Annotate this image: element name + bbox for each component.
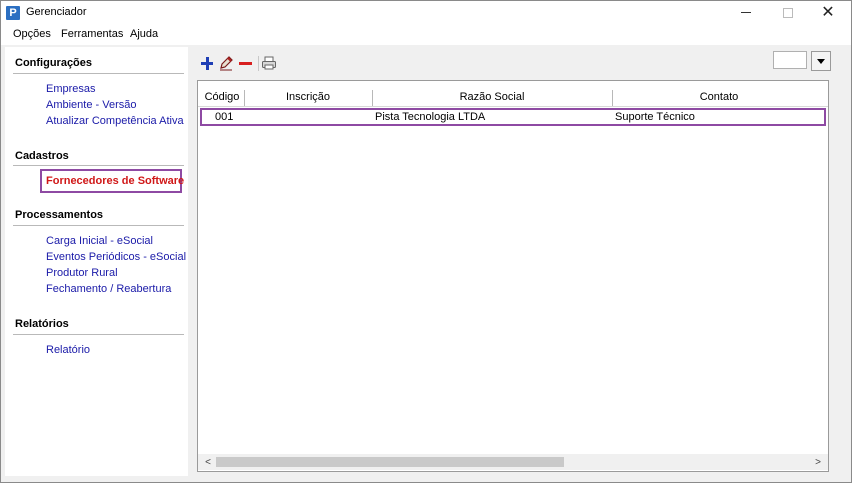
sidebar-item-fechamento-reabertura[interactable]: Fechamento / Reabertura	[46, 283, 171, 295]
print-button[interactable]	[261, 55, 277, 71]
selected-row-highlight	[200, 108, 826, 126]
section-divider	[13, 334, 184, 335]
main-window: P Gerenciador ✕ Opções Ferramentas Ajuda…	[0, 0, 852, 483]
minimize-button[interactable]	[726, 1, 766, 24]
window-title: Gerenciador	[26, 6, 87, 18]
section-divider	[13, 73, 184, 74]
sidebar: Configurações Empresas Ambiente - Versão…	[5, 47, 188, 476]
delete-button[interactable]	[237, 55, 253, 71]
sidebar-item-atualizar-competencia[interactable]: Atualizar Competência Ativa	[46, 115, 184, 127]
close-button[interactable]: ✕	[808, 1, 848, 24]
maximize-icon	[783, 7, 793, 18]
horizontal-scrollbar[interactable]: < >	[198, 454, 828, 470]
close-icon: ✕	[821, 3, 835, 21]
sidebar-item-ambiente-versao[interactable]: Ambiente - Versão	[46, 99, 137, 111]
sidebar-item-empresas[interactable]: Empresas	[46, 83, 96, 95]
data-grid: Código Inscrição Razão Social Contato 00…	[197, 80, 829, 472]
scroll-right-icon[interactable]: >	[810, 454, 826, 470]
section-title-relatorios: Relatórios	[15, 318, 69, 330]
grid-header: Código Inscrição Razão Social Contato	[198, 90, 828, 107]
column-header-codigo[interactable]: Código	[202, 91, 242, 103]
title-bar[interactable]: P Gerenciador ✕	[1, 1, 851, 24]
toolbar-separator	[258, 56, 259, 71]
column-header-razao-social[interactable]: Razão Social	[373, 91, 611, 103]
printer-icon	[262, 56, 276, 70]
scrollbar-thumb[interactable]	[216, 457, 564, 467]
column-header-inscricao[interactable]: Inscrição	[245, 91, 371, 103]
sidebar-item-carga-inicial[interactable]: Carga Inicial - eSocial	[46, 235, 153, 247]
section-title-cadastros: Cadastros	[15, 150, 69, 162]
app-icon: P	[6, 6, 20, 20]
sidebar-item-produtor-rural[interactable]: Produtor Rural	[46, 267, 118, 279]
filter-combo-button[interactable]	[811, 51, 831, 71]
section-title-processamentos: Processamentos	[15, 209, 104, 221]
edit-button[interactable]	[218, 55, 234, 71]
menu-ferramentas[interactable]: Ferramentas	[61, 28, 123, 40]
section-title-configuracoes: Configurações	[15, 57, 93, 69]
add-button[interactable]	[199, 55, 215, 71]
section-divider	[13, 225, 184, 226]
menu-opcoes[interactable]: Opções	[13, 28, 51, 40]
section-divider	[13, 165, 184, 166]
menu-bar: Opções Ferramentas Ajuda	[1, 25, 851, 44]
filter-combo-input[interactable]	[773, 51, 807, 69]
content-area: Configurações Empresas Ambiente - Versão…	[1, 45, 851, 482]
plus-icon	[199, 55, 215, 71]
maximize-button[interactable]	[768, 1, 808, 24]
sidebar-item-eventos-periodicos[interactable]: Eventos Periódicos - eSocial	[46, 251, 186, 263]
scroll-left-icon[interactable]: <	[200, 454, 216, 470]
chevron-down-icon	[817, 58, 825, 64]
menu-ajuda[interactable]: Ajuda	[130, 28, 158, 40]
sidebar-item-relatorio[interactable]: Relatório	[46, 344, 90, 356]
sidebar-item-fornecedores-software[interactable]: Fornecedores de Software	[46, 175, 184, 187]
column-header-contato[interactable]: Contato	[613, 91, 825, 103]
minimize-icon	[741, 12, 751, 13]
pencil-icon	[220, 56, 233, 71]
minus-icon	[238, 61, 252, 65]
